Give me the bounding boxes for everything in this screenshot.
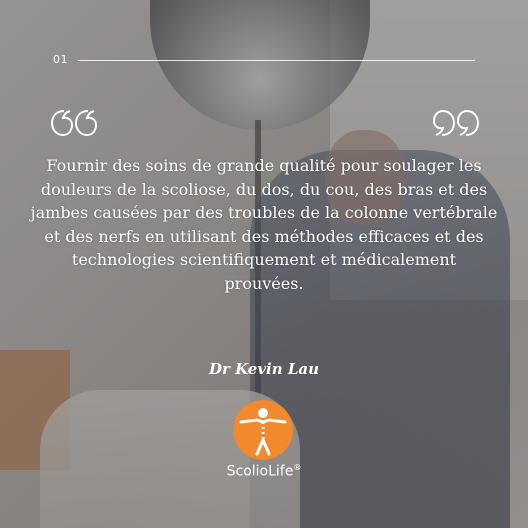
testimonial-card: 01 Fournir des soins de grande qualité p… — [0, 0, 528, 528]
spine-figure-logo — [233, 400, 293, 460]
quote-open-icon — [50, 110, 98, 137]
author-name: Dr Kevin Lau — [208, 360, 320, 378]
brand-name: ScolioLife® — [0, 463, 528, 480]
quote-close-icon — [432, 109, 480, 136]
spine-figure-icon — [239, 408, 287, 456]
divider-line — [78, 60, 475, 61]
registered-mark: ® — [293, 463, 302, 472]
mission-quote: Fournir des soins de grande qualité pour… — [30, 156, 498, 293]
slide-number: 01 — [53, 53, 68, 66]
brand-name-text: ScolioLife — [226, 463, 294, 480]
